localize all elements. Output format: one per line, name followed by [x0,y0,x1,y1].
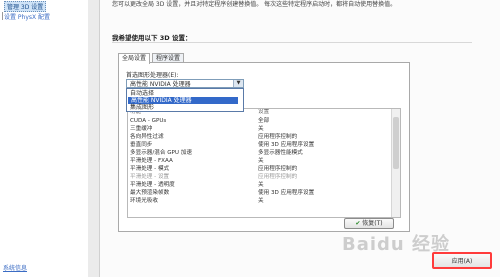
feature-setting[interactable]: 关 [258,158,264,165]
settings-grid: 功能 设置 CUDA - GPUs 全部 三重缓冲关 各向异性过滤 应用程序控制的 … [127,108,401,218]
feature-name: 垂直同步 [130,142,153,148]
table-row[interactable]: 最大预渲染帧数 使用 3D 应用程序设置 [128,190,390,197]
feature-name: 环境光吸收 [130,198,158,204]
left-pane-scrollbar[interactable] [88,0,100,277]
feature-setting[interactable]: 关 [258,198,264,205]
feature-setting[interactable]: 应用程序控制的 [258,166,297,173]
feature-setting[interactable]: 应用程序控制的 [258,174,297,181]
system-info-link[interactable]: 系统信息 [3,263,27,272]
table-row[interactable]: CUDA - GPUs 全部 [128,118,390,125]
grid-header-setting: 设置 [258,109,270,115]
feature-name: CUDA - GPUs [130,118,167,124]
grid-scrollbar-thumb[interactable] [393,117,399,169]
tab-global-settings[interactable]: 全局设置 [118,53,151,64]
option-high-performance-nvidia[interactable]: 高性能 NVIDIA 处理器 [128,97,238,104]
nav-item-manage-3d-settings[interactable]: 管理 3D 设置 [4,1,47,12]
chevron-down-icon[interactable]: ▼ [233,80,243,87]
section-title: 我希望使用以下 3D 设置： [112,34,192,42]
section-divider [112,42,472,43]
tree-connector [2,12,3,20]
preferred-gpu-selected-value: 高性能 NVIDIA 处理器 [130,81,191,88]
feature-setting[interactable]: 应用程序控制的 [258,134,297,141]
table-row[interactable]: 各向异性过滤 应用程序控制的 [128,134,390,141]
table-row[interactable]: 平滑处理 - 设置 应用程序控制的 [128,174,390,181]
feature-setting[interactable]: 多显示器性能模式 [258,150,303,157]
preferred-gpu-dropdown-list: 自动选择 高性能 NVIDIA 处理器 集成图形 [126,88,244,112]
feature-setting[interactable]: 使用 3D 应用程序设置 [258,142,314,149]
restore-button[interactable]: ✔ 恢复(T) [344,218,394,229]
option-integrated-graphics[interactable]: 集成图形 [130,104,154,111]
feature-setting[interactable]: 使用 3D 应用程序设置 [258,190,314,197]
table-row[interactable]: 三重缓冲 关 [128,126,390,133]
feature-name: 各向异性过滤 [130,134,164,140]
feature-name: 平滑处理 - 透明度 [130,182,175,188]
apply-button[interactable]: 应用(A) [432,252,492,269]
restore-button-label: 恢复(T) [362,220,383,227]
left-navigation-pane: 管理 3D 设置 设置 PhysX 配置 系统信息 [0,0,89,277]
feature-setting[interactable]: 全部 [258,118,269,125]
preferred-gpu-label: 首选图形处理器(E): [126,72,179,79]
table-row[interactable]: 环境光吸收 关 [128,198,390,205]
feature-name: 最大预渲染帧数 [130,190,170,196]
table-row[interactable]: 平滑处理 - 透明度 关 [128,182,390,189]
feature-setting[interactable]: 关 [258,126,264,133]
table-row[interactable]: 多显示器/混合 GPU 加速 多显示器性能模式 [128,150,390,157]
preferred-gpu-select[interactable]: 高性能 NVIDIA 处理器 ▼ [126,79,244,88]
restore-icon: ✔ [355,220,361,227]
option-auto-select[interactable]: 自动选择 [130,90,154,97]
feature-name: 三重缓冲 [130,126,153,132]
feature-name: 平滑处理 - 设置 [130,174,170,180]
table-row[interactable]: 平滑处理 - FXAA 关 [128,158,390,165]
nav-item-physx-config[interactable]: 设置 PhysX 配置 [4,12,50,21]
feature-name: 平滑处理 - FXAA [130,158,173,164]
table-row[interactable]: 平滑处理 - 模式 应用程序控制的 [128,166,390,173]
feature-name: 多显示器/混合 GPU 加速 [130,150,192,156]
grid-scrollbar[interactable] [391,109,400,217]
feature-setting[interactable]: 关 [258,182,264,189]
feature-name: 平滑处理 - 模式 [130,166,170,172]
page-description: 您可以更改全局 3D 设置，并且对特定程序创建替换值。 每次这些特定程序启动时，… [112,1,397,8]
table-row[interactable]: 垂直同步 使用 3D 应用程序设置 [128,142,390,149]
